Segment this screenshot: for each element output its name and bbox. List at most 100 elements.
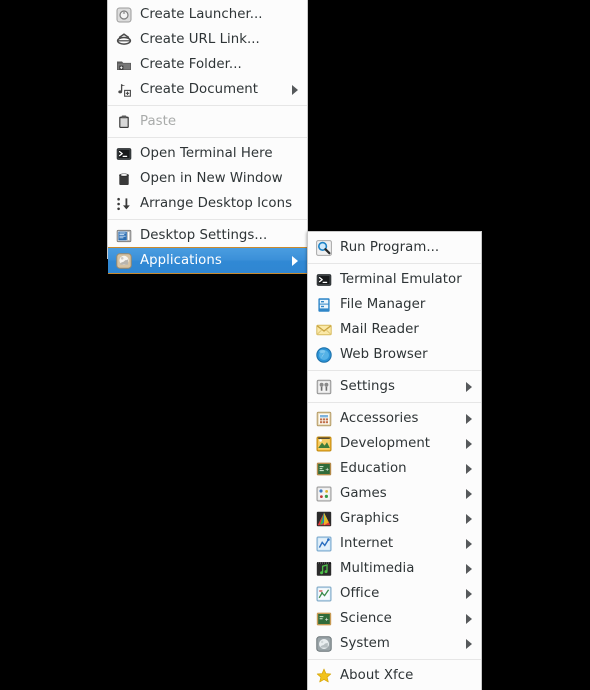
menu-item-paste: Paste (108, 109, 307, 134)
menu-item-label: Games (340, 486, 387, 501)
menu-item-label: Mail Reader (340, 322, 419, 337)
menu-item-label: Open Terminal Here (140, 146, 273, 161)
menu-item-label: File Manager (340, 297, 426, 312)
menu-item-label: Create URL Link... (140, 32, 260, 47)
menu-item-create-launcher[interactable]: Create Launcher... (108, 2, 307, 27)
menu-item-internet[interactable]: Internet (308, 531, 481, 556)
applications-submenu[interactable]: Run Program... Terminal Emulator File Mana… (307, 231, 482, 690)
menu-item-label: Web Browser (340, 347, 428, 362)
menu-item-label: Desktop Settings... (140, 228, 268, 243)
menu-item-label: Development (340, 436, 431, 451)
development-icon (316, 436, 332, 452)
desktop-root: Create Launcher... Create URL Link... Crea… (0, 0, 590, 690)
menu-item-label: About Xfce (340, 668, 414, 683)
menu-item-games[interactable]: Games (308, 481, 481, 506)
submenu-arrow-icon (292, 255, 298, 266)
menu-item-label: Education (340, 461, 407, 476)
menu-item-label: System (340, 636, 390, 651)
menu-item-label: Science (340, 611, 392, 626)
about-xfce-icon (316, 668, 332, 684)
menu-item-web-browser[interactable]: Web Browser (308, 342, 481, 367)
submenu-arrow-icon (466, 381, 472, 392)
create-url-link-icon (116, 32, 132, 48)
menu-item-label: Office (340, 586, 380, 601)
menu-item-label: Internet (340, 536, 394, 551)
system-icon (316, 635, 332, 652)
menu-item-label: Create Launcher... (140, 7, 263, 22)
terminal-icon (316, 272, 332, 288)
menu-item-arrange-desktop-icons[interactable]: Arrange Desktop Icons (108, 191, 307, 216)
menu-item-run-program[interactable]: Run Program... (308, 235, 481, 260)
graphics-icon (316, 511, 332, 527)
menu-item-label: Terminal Emulator (340, 272, 462, 287)
submenu-arrow-icon (466, 438, 472, 449)
desktop-settings-icon (116, 228, 132, 244)
menu-item-applications[interactable]: Applications (108, 247, 307, 274)
submenu-arrow-icon (466, 488, 472, 499)
paste-icon (116, 114, 132, 130)
mail-reader-icon (316, 322, 332, 338)
menu-item-label: Accessories (340, 411, 419, 426)
menu-item-label: Graphics (340, 511, 400, 526)
menu-separator (108, 105, 307, 106)
submenu-arrow-icon (466, 563, 472, 574)
menu-item-open-terminal-here[interactable]: Open Terminal Here (108, 141, 307, 166)
menu-item-graphics[interactable]: Graphics (308, 506, 481, 531)
menu-item-desktop-settings[interactable]: Desktop Settings... (108, 223, 307, 248)
menu-item-create-url-link[interactable]: Create URL Link... (108, 27, 307, 52)
menu-item-label: Create Document (140, 82, 259, 97)
svg-text:+: + (325, 616, 329, 623)
menu-item-label: Run Program... (340, 240, 440, 255)
menu-separator (308, 263, 481, 264)
arrange-icons-icon (116, 196, 132, 212)
menu-item-open-in-new-window[interactable]: Open in New Window (108, 166, 307, 191)
education-icon: + (316, 461, 332, 477)
menu-item-science[interactable]: + Science (308, 606, 481, 631)
menu-item-education[interactable]: + Education (308, 456, 481, 481)
office-icon (316, 586, 332, 602)
menu-item-development[interactable]: Development (308, 431, 481, 456)
menu-item-label: Multimedia (340, 561, 415, 576)
desktop-context-menu[interactable]: Create Launcher... Create URL Link... Crea… (107, 0, 308, 274)
submenu-arrow-icon (466, 538, 472, 549)
run-program-icon (316, 239, 332, 256)
accessories-icon (316, 411, 332, 427)
menu-item-label: Create Folder... (140, 57, 242, 72)
submenu-arrow-icon (466, 463, 472, 474)
menu-item-multimedia[interactable]: Multimedia (308, 556, 481, 581)
svg-text:+: + (325, 466, 329, 473)
create-folder-icon (116, 57, 132, 73)
applications-icon (116, 252, 132, 269)
file-manager-icon (316, 297, 332, 313)
submenu-arrow-icon (466, 613, 472, 624)
submenu-arrow-icon (466, 588, 472, 599)
menu-separator (308, 370, 481, 371)
menu-item-terminal-emulator[interactable]: Terminal Emulator (308, 267, 481, 292)
menu-separator (108, 219, 307, 220)
submenu-arrow-icon (466, 413, 472, 424)
menu-item-label: Applications (140, 253, 222, 268)
menu-item-label: Settings (340, 379, 395, 394)
menu-separator (108, 137, 307, 138)
create-document-icon (116, 82, 132, 98)
menu-item-label: Paste (140, 114, 177, 129)
menu-item-create-folder[interactable]: Create Folder... (108, 52, 307, 77)
menu-item-system[interactable]: System (308, 631, 481, 656)
new-window-icon (116, 171, 132, 187)
menu-separator (308, 402, 481, 403)
menu-item-mail-reader[interactable]: Mail Reader (308, 317, 481, 342)
submenu-arrow-icon (466, 638, 472, 649)
science-icon: + (316, 611, 332, 627)
menu-item-create-document[interactable]: Create Document (108, 77, 307, 102)
menu-item-about-xfce[interactable]: About Xfce (308, 663, 481, 688)
menu-item-label: Open in New Window (140, 171, 283, 186)
menu-item-office[interactable]: Office (308, 581, 481, 606)
games-icon (316, 486, 332, 502)
multimedia-icon (316, 561, 332, 577)
menu-item-file-manager[interactable]: File Manager (308, 292, 481, 317)
settings-icon (316, 379, 332, 395)
menu-item-accessories[interactable]: Accessories (308, 406, 481, 431)
menu-item-settings[interactable]: Settings (308, 374, 481, 399)
submenu-arrow-icon (466, 513, 472, 524)
submenu-arrow-icon (292, 84, 298, 95)
